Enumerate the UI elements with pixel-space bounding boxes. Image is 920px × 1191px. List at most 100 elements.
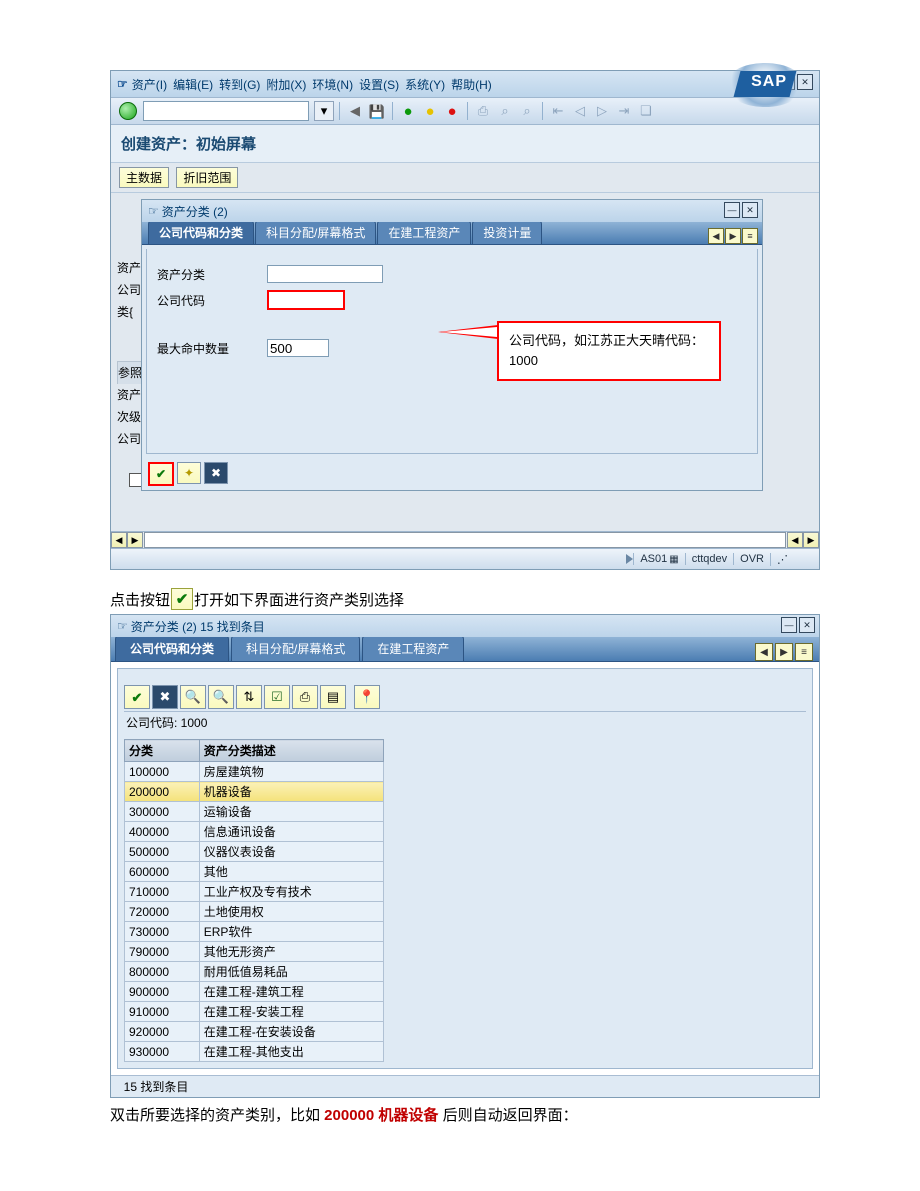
dropdown-icon[interactable]: ▾ — [314, 101, 334, 121]
minimize-button[interactable]: — — [761, 74, 777, 90]
last-page-icon[interactable]: ⇥ — [614, 101, 634, 121]
list-print-button[interactable]: ⎙ — [292, 685, 318, 709]
company-code-input[interactable] — [267, 290, 345, 310]
scroll-right2-icon[interactable]: ▶ — [803, 532, 819, 548]
tab-list-icon[interactable]: ≡ — [742, 228, 758, 244]
table-row[interactable]: 920000在建工程-在安装设备 — [125, 1022, 384, 1042]
asset-class-input[interactable] — [267, 265, 383, 283]
menu-edit[interactable]: 编辑(E) — [173, 76, 213, 93]
find-icon[interactable]: ⌕ — [495, 101, 515, 121]
list-accept-button[interactable]: ✔ — [124, 685, 150, 709]
list-close-icon[interactable]: ✕ — [799, 617, 815, 633]
dialog-titlebar: ☞ 资产分类 (2) — ✕ — [142, 200, 762, 222]
list-tab-account-screen[interactable]: 科目分配/屏幕格式 — [231, 635, 360, 661]
table-row[interactable]: 930000在建工程-其他支出 — [125, 1042, 384, 1062]
session-icon[interactable]: ❏ — [636, 101, 656, 121]
dialog-minimize-icon[interactable]: — — [724, 202, 740, 218]
list-search-button[interactable]: 🔍 — [180, 685, 206, 709]
list-tabstrip: 公司代码和分类 科目分配/屏幕格式 在建工程资产 ◀ ▶ ≡ — [111, 637, 819, 662]
menu-help[interactable]: 帮助(H) — [451, 76, 492, 93]
list-tab-menu-icon[interactable]: ≡ — [795, 643, 813, 661]
asset-class-label: 资产分类 — [157, 266, 267, 283]
list-minimize-icon[interactable]: — — [781, 617, 797, 633]
first-page-icon[interactable]: ⇤ — [548, 101, 568, 121]
asset-class-table: 分类 资产分类描述 100000房屋建筑物200000机器设备300000运输设… — [124, 739, 384, 1062]
button-bar: 主数据 折旧范围 — [111, 163, 819, 193]
menu-settings[interactable]: 设置(S) — [359, 76, 399, 93]
col-class[interactable]: 分类 — [125, 740, 200, 762]
max-hits-input[interactable] — [267, 339, 329, 357]
list-tab-right-icon[interactable]: ▶ — [775, 643, 793, 661]
table-row[interactable]: 400000信息通讯设备 — [125, 822, 384, 842]
status-mode: OVR — [733, 553, 770, 565]
print-icon[interactable]: ⎙ — [473, 101, 493, 121]
table-row[interactable]: 100000房屋建筑物 — [125, 762, 384, 782]
tab-company-code-class[interactable]: 公司代码和分类 — [148, 220, 254, 244]
table-row[interactable]: 900000在建工程-建筑工程 — [125, 982, 384, 1002]
table-row[interactable]: 500000仪器仪表设备 — [125, 842, 384, 862]
table-row[interactable]: 600000其他 — [125, 862, 384, 882]
list-selectall-button[interactable]: ☑ — [264, 685, 290, 709]
inline-check-icon: ✔ — [171, 588, 193, 610]
menubar: ☞ 资产(I) 编辑(E) 转到(G) 附加(X) 环境(N) 设置(S) 系统… — [111, 71, 819, 97]
list-cancel-button[interactable]: ✖ — [152, 685, 178, 709]
list-corner-icon: ☞ — [117, 619, 128, 633]
tab-construction[interactable]: 在建工程资产 — [377, 220, 471, 244]
tab-scroll-right-icon[interactable]: ▶ — [725, 228, 741, 244]
dialog-wizard-button[interactable]: ✦ — [177, 462, 201, 484]
table-row[interactable]: 790000其他无形资产 — [125, 942, 384, 962]
save-icon[interactable]: 💾 — [367, 101, 387, 121]
table-row[interactable]: 800000耐用低值易耗品 — [125, 962, 384, 982]
menu-system[interactable]: 系统(Y) — [405, 76, 445, 93]
dialog-corner-icon: ☞ — [148, 204, 159, 218]
table-row[interactable]: 720000土地使用权 — [125, 902, 384, 922]
list-tab-left-icon[interactable]: ◀ — [755, 643, 773, 661]
menu-extras[interactable]: 附加(X) — [266, 76, 306, 93]
maximize-button[interactable]: □ — [779, 74, 795, 90]
dialog-close-icon[interactable]: ✕ — [742, 202, 758, 218]
back-icon[interactable]: ◀ — [345, 101, 365, 121]
scroll-left-icon[interactable]: ◀ — [111, 532, 127, 548]
scroll-right1-icon[interactable]: ▶ — [127, 532, 143, 548]
master-data-button[interactable]: 主数据 — [119, 167, 169, 188]
list-sort-button[interactable]: ⇅ — [236, 685, 262, 709]
dialog-cancel-button[interactable]: ✖ — [204, 462, 228, 484]
list-tab-construction[interactable]: 在建工程资产 — [362, 635, 464, 661]
close-button[interactable]: ✕ — [797, 74, 813, 90]
cancel-ball-icon[interactable]: ● — [442, 101, 462, 121]
tab-scroll-left-icon[interactable]: ◀ — [708, 228, 724, 244]
menu-asset[interactable]: 资产(I) — [132, 76, 167, 93]
table-row[interactable]: 910000在建工程-安装工程 — [125, 1002, 384, 1022]
company-code-label: 公司代码 — [157, 292, 267, 309]
next-page-icon[interactable]: ▷ — [592, 101, 612, 121]
table-row[interactable]: 300000运输设备 — [125, 802, 384, 822]
list-panel: ✔ ✖ 🔍 🔍 ⇅ ☑ ⎙ ▤ 📍 公司代码: 1000 分类 资产分类描述 1… — [117, 668, 813, 1069]
list-export-button[interactable]: ▤ — [320, 685, 346, 709]
hscrollbar[interactable]: ◀ ▶ ◀ ▶ — [111, 531, 819, 548]
back-ball-icon[interactable]: ● — [398, 101, 418, 121]
table-row[interactable]: 200000机器设备 — [125, 782, 384, 802]
callout-arrow-icon — [438, 325, 498, 339]
list-tab-company-class[interactable]: 公司代码和分类 — [115, 635, 229, 661]
work-area: 资产 公司 类{ 参照 资产 次级 公司 ☞ 资产分类 (2) — ✕ 公司代码… — [111, 193, 819, 531]
scroll-left2-icon[interactable]: ◀ — [787, 532, 803, 548]
list-search-next-button[interactable]: 🔍 — [208, 685, 234, 709]
dialog-ok-button[interactable]: ✔ — [148, 462, 174, 486]
prev-page-icon[interactable]: ◁ — [570, 101, 590, 121]
depreciation-button[interactable]: 折旧范围 — [176, 167, 238, 188]
col-desc[interactable]: 资产分类描述 — [199, 740, 383, 762]
enter-icon[interactable] — [118, 101, 138, 121]
find-next-icon[interactable]: ⌕ — [517, 101, 537, 121]
exit-ball-icon[interactable]: ● — [420, 101, 440, 121]
instruction-text-2: 双击所要选择的资产类别，比如 200000 机器设备 后则自动返回界面： — [110, 1104, 820, 1125]
list-pin-button[interactable]: 📍 — [354, 685, 380, 709]
table-row[interactable]: 710000工业产权及专有技术 — [125, 882, 384, 902]
menu-env[interactable]: 环境(N) — [312, 76, 353, 93]
tab-account-screen[interactable]: 科目分配/屏幕格式 — [255, 220, 376, 244]
command-field[interactable] — [143, 101, 309, 121]
tab-investment[interactable]: 投资计量 — [472, 220, 542, 244]
page-title: 创建资产：初始屏幕 — [111, 125, 819, 163]
sap-main-window: ☞ 资产(I) 编辑(E) 转到(G) 附加(X) 环境(N) 设置(S) 系统… — [110, 70, 820, 570]
table-row[interactable]: 730000ERP软件 — [125, 922, 384, 942]
menu-goto[interactable]: 转到(G) — [219, 76, 260, 93]
